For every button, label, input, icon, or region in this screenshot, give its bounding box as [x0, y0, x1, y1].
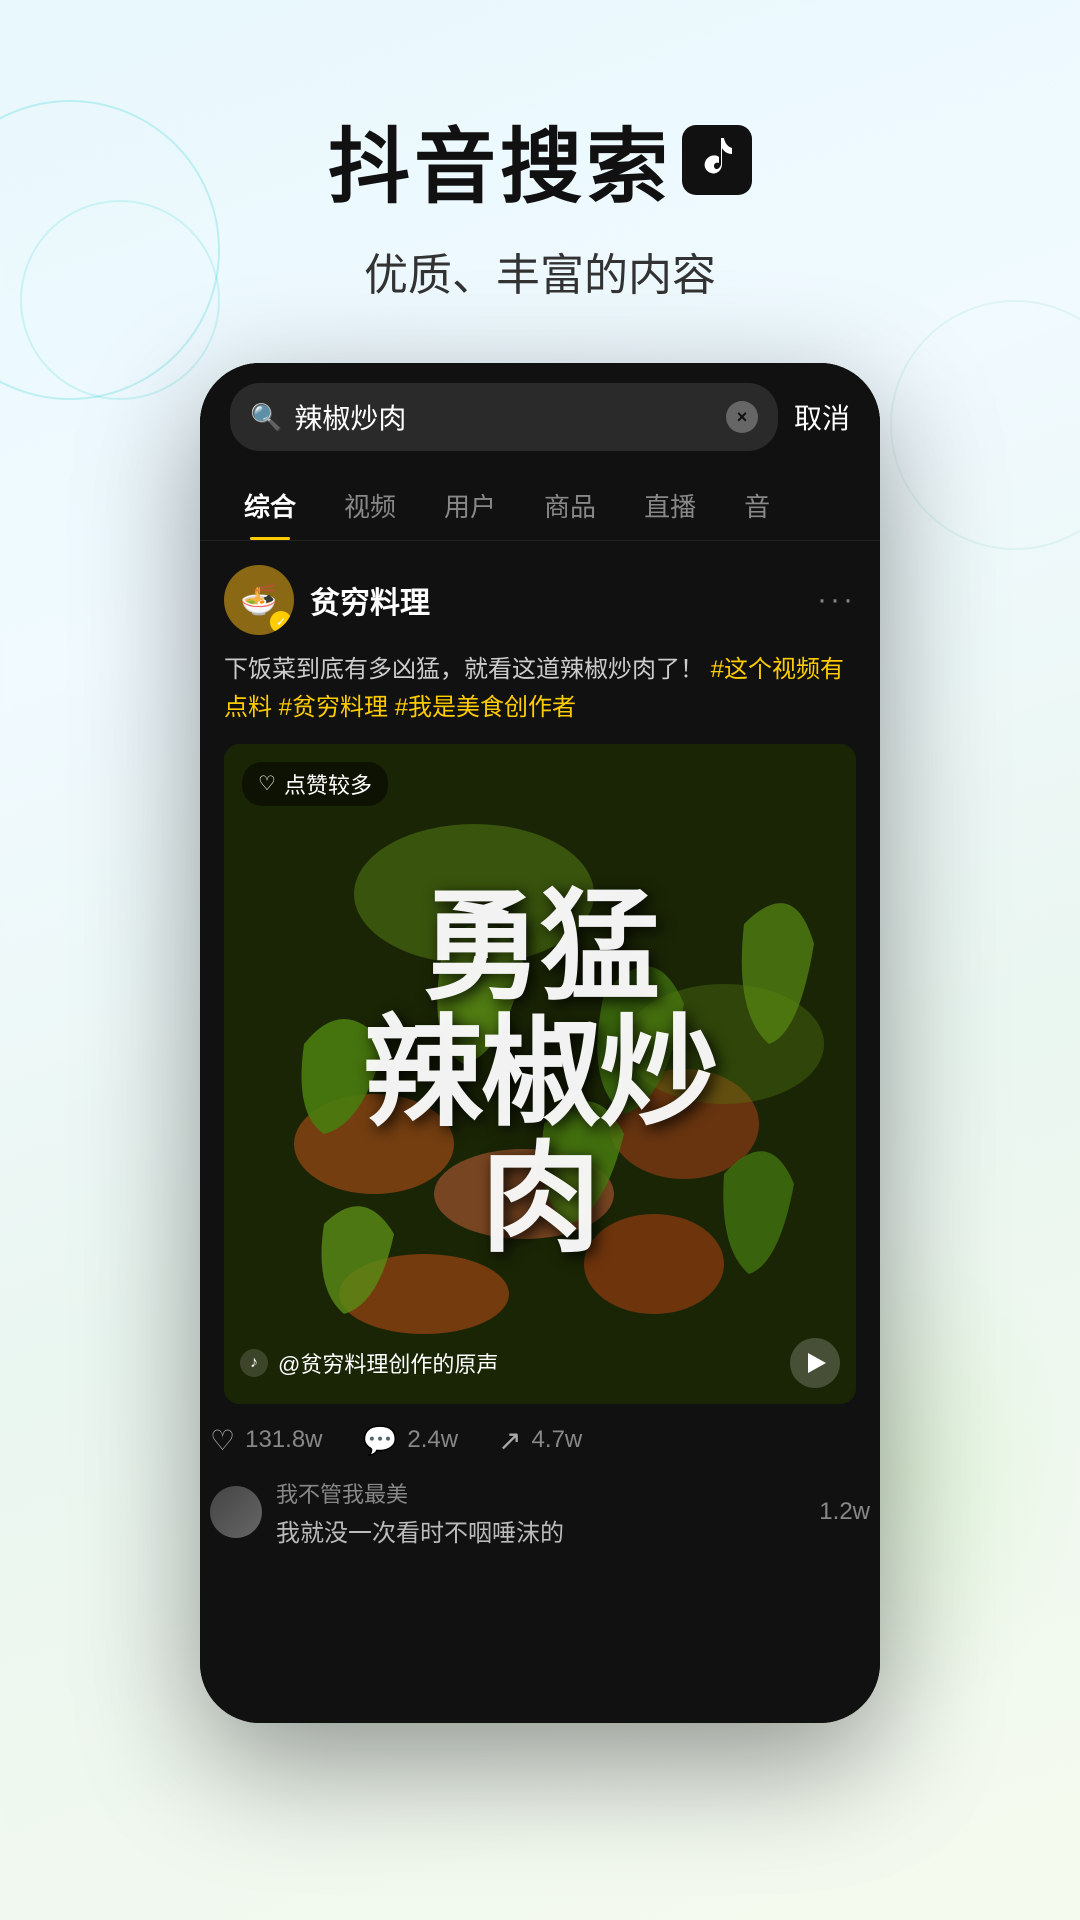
audio-text: @贫穷料理创作的原声	[278, 1347, 498, 1379]
page-header: 抖音搜索 优质、丰富的内容	[0, 0, 1080, 303]
badge-text: 点赞较多	[284, 768, 372, 800]
video-overlay-text: 勇猛辣椒炒肉	[224, 744, 856, 1404]
food-video-visual: 勇猛辣椒炒肉 ♡ 点赞较多 ♪ @贫穷料理创作的原声	[224, 744, 856, 1404]
tiktok-logo-icon	[682, 125, 752, 195]
comment-like-count: 1.2w	[819, 1498, 870, 1526]
video-play-area: ♪ @贫穷料理创作的原声	[240, 1338, 840, 1388]
phone-mockup: 🔍 辣椒炒肉 × 取消 综合 视频 用户 商品	[200, 363, 880, 1723]
comment-content: 我不管我最美 我就没一次看时不咽唾沫的	[276, 1477, 805, 1548]
phone-screen: 🔍 辣椒炒肉 × 取消 综合 视频 用户 商品	[200, 363, 880, 1723]
phone-mockup-container: 🔍 辣椒炒肉 × 取消 综合 视频 用户 商品	[0, 363, 1080, 1723]
comment-stat-icon: 💬	[363, 1424, 398, 1457]
comments-stat[interactable]: 💬 2.4w	[363, 1424, 459, 1457]
app-subtitle: 优质、丰富的内容	[0, 239, 1080, 303]
shares-count: 4.7w	[532, 1426, 583, 1454]
shares-stat[interactable]: ↗ 4.7w	[498, 1424, 582, 1457]
tab-video[interactable]: 视频	[320, 471, 420, 540]
commenter-avatar	[210, 1486, 262, 1538]
search-icon: 🔍	[250, 402, 282, 433]
cancel-search-button[interactable]: 取消	[794, 397, 850, 437]
comments-count: 2.4w	[407, 1426, 458, 1454]
comment-row: 我不管我最美 我就没一次看时不咽唾沫的 1.2w	[210, 1477, 870, 1548]
tiktok-note-icon: ♪	[240, 1349, 268, 1377]
app-title-text: 抖音搜索	[328, 100, 672, 219]
search-query: 辣椒炒肉	[294, 397, 714, 437]
post-desc-text: 下饭菜到底有多凶猛，就看这道辣椒炒肉了！	[224, 656, 704, 683]
play-button[interactable]	[790, 1338, 840, 1388]
play-triangle-icon	[808, 1353, 826, 1373]
tab-user[interactable]: 用户	[420, 471, 520, 540]
hashtag-2[interactable]: #贫穷料理	[279, 694, 388, 721]
tab-product[interactable]: 商品	[520, 471, 620, 540]
post-stats-row: ♡ 131.8w 💬 2.4w ↗ 4.7w	[200, 1404, 880, 1477]
tab-live[interactable]: 直播	[620, 471, 720, 540]
avatar: 🍜 ✓	[224, 565, 294, 635]
comment-preview: 我不管我最美 我就没一次看时不咽唾沫的 1.2w	[200, 1477, 880, 1568]
audio-info: ♪ @贫穷料理创作的原声	[240, 1347, 498, 1379]
likes-count: 131.8w	[245, 1426, 322, 1454]
post-description: 下饭菜到底有多凶猛，就看这道辣椒炒肉了！ #这个视频有点料 #贫穷料理 #我是美…	[224, 651, 856, 728]
verified-badge: ✓	[270, 611, 292, 633]
search-results: 🍜 ✓ 贫穷料理 ··· 下饭菜到底有多凶猛，就看这道辣椒炒肉了！ #这个视频有…	[200, 541, 880, 1404]
commenter-name: 我不管我最美	[276, 1477, 805, 1509]
app-title-container: 抖音搜索	[0, 100, 1080, 219]
search-tabs: 综合 视频 用户 商品 直播 音	[200, 471, 880, 541]
search-bar: 🔍 辣椒炒肉 × 取消	[200, 363, 880, 471]
tab-comprehensive[interactable]: 综合	[220, 471, 320, 540]
heart-stat-icon: ♡	[210, 1424, 235, 1457]
share-stat-icon: ↗	[498, 1424, 521, 1457]
video-like-badge: ♡ 点赞较多	[242, 762, 388, 806]
heart-icon: ♡	[258, 771, 276, 796]
comment-text: 我就没一次看时不咽唾沫的	[276, 1513, 805, 1548]
username-label: 贫穷料理	[310, 578, 430, 622]
likes-stat[interactable]: ♡ 131.8w	[210, 1424, 323, 1457]
video-thumbnail[interactable]: 勇猛辣椒炒肉 ♡ 点赞较多 ♪ @贫穷料理创作的原声	[224, 744, 856, 1404]
search-input-wrapper[interactable]: 🔍 辣椒炒肉 ×	[230, 383, 778, 451]
tab-audio[interactable]: 音	[720, 471, 794, 540]
more-options-icon[interactable]: ···	[817, 583, 856, 617]
clear-search-button[interactable]: ×	[726, 401, 758, 433]
hashtag-3[interactable]: #我是美食创作者	[395, 694, 576, 721]
post-author-card: 🍜 ✓ 贫穷料理 ···	[224, 565, 856, 635]
